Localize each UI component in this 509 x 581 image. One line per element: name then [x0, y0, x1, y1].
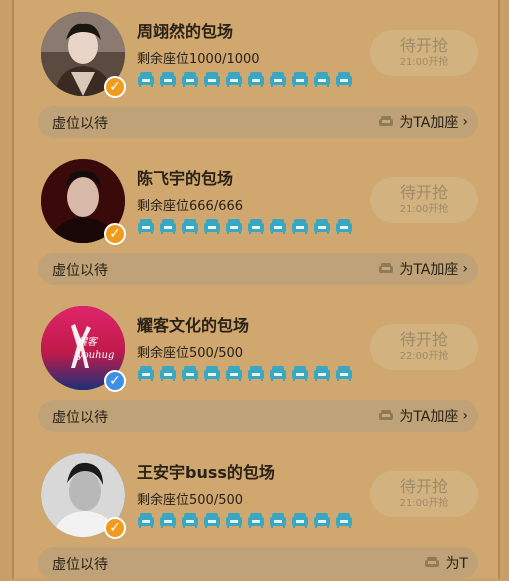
add-seat-label: 为TA加座	[399, 409, 459, 425]
sofa-seat-icon	[292, 513, 308, 528]
add-seat-label: 为T	[445, 556, 468, 572]
sofa-seat-icon	[248, 219, 264, 234]
seat-row	[137, 364, 353, 382]
sofa-seat-icon	[204, 366, 220, 381]
sofa-seat-icon	[160, 219, 176, 234]
sofa-seat-icon	[292, 72, 308, 87]
sofa-seat-icon	[204, 513, 220, 528]
sofa-seat-icon	[248, 366, 264, 381]
sofa-seat-icon	[336, 366, 352, 381]
sofa-seat-icon	[160, 72, 176, 87]
sofa-seat-icon	[336, 72, 352, 87]
sofa-seat-icon	[314, 72, 330, 87]
sofa-seat-icon	[182, 366, 198, 381]
venue-card: ✓ 周翊然的包场 剩余座位1000/1000 待开抢 21:00开抢 虚位以待 …	[24, 0, 488, 140]
waitlist-label: 虚位以待	[52, 557, 108, 573]
add-seat-label: 为TA加座	[399, 262, 459, 278]
remaining-seats: 剩余座位1000/1000	[137, 52, 260, 67]
seat-row	[137, 70, 353, 88]
sofa-seat-icon	[226, 513, 242, 528]
waitlist-label: 虚位以待	[52, 116, 108, 132]
sofa-seat-icon	[248, 513, 264, 528]
venue-title: 耀客文化的包场	[137, 316, 250, 335]
sofa-seat-icon	[270, 513, 286, 528]
sofa-seat-icon	[226, 219, 242, 234]
sofa-icon	[379, 410, 394, 420]
add-seat-label: 为TA加座	[399, 115, 459, 131]
waitlist-bar: 虚位以待 为TA加座 ›	[38, 400, 478, 432]
check-badge-icon: ✓	[104, 223, 126, 245]
waitlist-label: 虚位以待	[52, 263, 108, 279]
seat-row	[137, 511, 353, 529]
chevron-right-icon: ›	[462, 114, 468, 130]
check-badge-icon: ✓	[104, 76, 126, 98]
grab-button-label: 待开抢	[399, 477, 448, 496]
grab-button[interactable]: 待开抢 22:00开抢	[370, 324, 478, 370]
grab-time: 21:00开抢	[399, 204, 449, 215]
venue-card: ✓ 王安宇buss的包场 剩余座位500/500 待开抢 21:00开抢 虚位以…	[24, 441, 488, 581]
sofa-seat-icon	[160, 513, 176, 528]
check-badge-icon: ✓	[104, 517, 126, 539]
waitlist-bar: 虚位以待 为TA加座 ›	[38, 253, 478, 285]
sofa-seat-icon	[292, 219, 308, 234]
add-seat-link[interactable]: 为TA加座 ›	[378, 406, 468, 426]
sofa-seat-icon	[314, 366, 330, 381]
seat-row	[137, 217, 353, 235]
sofa-seat-icon	[336, 219, 352, 234]
sofa-seat-icon	[182, 219, 198, 234]
sofa-seat-icon	[270, 72, 286, 87]
venue-title: 陈飞宇的包场	[137, 169, 234, 188]
grab-button[interactable]: 待开抢 21:00开抢	[370, 177, 478, 223]
sofa-seat-icon	[138, 219, 154, 234]
venue-card: 耀客 youhug ✓ 耀客文化的包场 剩余座位500/500 待开抢 22:0…	[24, 294, 488, 434]
sofa-seat-icon	[226, 366, 242, 381]
sofa-seat-icon	[248, 72, 264, 87]
venue-title: 王安宇buss的包场	[137, 463, 275, 482]
sofa-seat-icon	[138, 513, 154, 528]
sofa-icon	[425, 557, 440, 567]
sofa-seat-icon	[138, 366, 154, 381]
sofa-seat-icon	[204, 72, 220, 87]
sofa-seat-icon	[226, 72, 242, 87]
sofa-seat-icon	[270, 219, 286, 234]
sofa-seat-icon	[292, 366, 308, 381]
grab-button-label: 待开抢	[399, 36, 448, 55]
remaining-seats: 剩余座位500/500	[137, 493, 244, 508]
grab-time: 21:00开抢	[399, 498, 449, 509]
remaining-seats: 剩余座位500/500	[137, 346, 244, 361]
grab-button-label: 待开抢	[399, 330, 448, 349]
waitlist-bar: 虚位以待 为T	[38, 547, 478, 579]
venue-title: 周翊然的包场	[137, 22, 234, 41]
sofa-seat-icon	[314, 219, 330, 234]
grab-button[interactable]: 待开抢 21:00开抢	[370, 471, 478, 517]
grab-time: 21:00开抢	[399, 57, 449, 68]
grab-time: 22:00开抢	[399, 351, 449, 362]
waitlist-bar: 虚位以待 为TA加座 ›	[38, 106, 478, 138]
sofa-icon	[379, 116, 394, 126]
add-seat-link[interactable]: 为TA加座 ›	[378, 112, 468, 132]
sofa-seat-icon	[204, 219, 220, 234]
grab-button[interactable]: 待开抢 21:00开抢	[370, 30, 478, 76]
sofa-seat-icon	[160, 366, 176, 381]
waitlist-label: 虚位以待	[52, 410, 108, 426]
add-seat-link[interactable]: 为T	[424, 553, 468, 573]
check-badge-icon: ✓	[104, 370, 126, 392]
logo-text: 耀客 youhug	[77, 337, 115, 361]
add-seat-link[interactable]: 为TA加座 ›	[378, 259, 468, 279]
sofa-icon	[379, 263, 394, 273]
sofa-seat-icon	[336, 513, 352, 528]
remaining-seats: 剩余座位666/666	[137, 199, 244, 214]
grab-button-label: 待开抢	[399, 183, 448, 202]
venue-card: ✓ 陈飞宇的包场 剩余座位666/666 待开抢 21:00开抢 虚位以待 为T…	[24, 147, 488, 287]
sofa-seat-icon	[314, 513, 330, 528]
sofa-seat-icon	[182, 72, 198, 87]
chevron-right-icon: ›	[462, 261, 468, 277]
sofa-seat-icon	[138, 72, 154, 87]
chevron-right-icon: ›	[462, 408, 468, 424]
sofa-seat-icon	[270, 366, 286, 381]
sofa-seat-icon	[182, 513, 198, 528]
